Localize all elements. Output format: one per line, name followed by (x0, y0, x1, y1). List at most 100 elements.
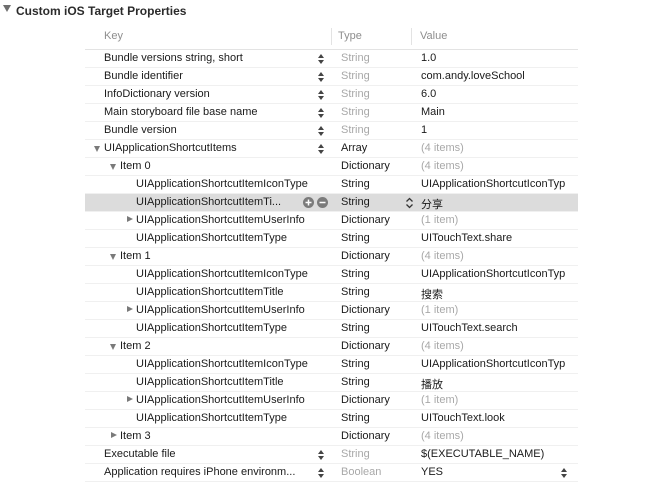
up-down-stepper-icon[interactable] (317, 106, 325, 120)
row-key[interactable]: UIApplicationShortcutItemType (136, 232, 336, 244)
table-row[interactable]: UIApplicationShortcutItemIconType String… (85, 356, 578, 374)
table-row[interactable]: Application requires iPhone environm... … (85, 464, 578, 482)
table-row[interactable]: Item 1 Dictionary (4 items) (85, 248, 578, 266)
row-value[interactable]: com.andy.loveSchool (421, 70, 578, 82)
row-type[interactable]: String (341, 412, 405, 424)
section-header[interactable]: Custom iOS Target Properties (0, 0, 670, 22)
disclosure-triangle-icon[interactable] (127, 306, 133, 312)
row-key[interactable]: UIApplicationShortcutItems (104, 142, 314, 154)
column-header-type[interactable]: Type (338, 30, 362, 42)
table-row[interactable]: UIApplicationShortcutItemIconType String… (85, 266, 578, 284)
row-key[interactable]: Bundle version (104, 124, 314, 136)
disclosure-triangle-icon[interactable] (127, 216, 133, 222)
row-type[interactable]: String (341, 178, 405, 190)
row-key[interactable]: UIApplicationShortcutItemUserInfo (136, 214, 336, 226)
disclosure-triangle-icon[interactable] (127, 396, 133, 402)
row-value[interactable]: YES (421, 466, 551, 478)
row-key[interactable]: UIApplicationShortcutItemType (136, 322, 336, 334)
type-popup-chevron-icon[interactable] (405, 196, 414, 210)
disclosure-triangle-icon[interactable] (110, 344, 116, 350)
row-value[interactable]: UITouchText.share (421, 232, 578, 244)
row-key[interactable]: UIApplicationShortcutItemType (136, 412, 336, 424)
table-row[interactable]: UIApplicationShortcutItemUserInfo Dictio… (85, 392, 578, 410)
row-type[interactable]: String (341, 88, 405, 100)
row-value[interactable]: 1 (421, 124, 578, 136)
minus-circle-icon[interactable] (317, 197, 328, 208)
up-down-stepper-icon[interactable] (317, 142, 325, 156)
row-value[interactable]: $(EXECUTABLE_NAME) (421, 448, 578, 460)
column-divider[interactable] (411, 28, 412, 45)
row-type[interactable]: String (341, 232, 405, 244)
row-type[interactable]: Dictionary (341, 340, 405, 352)
table-row-selected[interactable]: UIApplicationShortcutItemTi... String 分享 (85, 194, 578, 212)
row-type[interactable]: String (341, 70, 405, 82)
row-value[interactable]: UIApplicationShortcutIconTyp (421, 268, 578, 280)
row-type[interactable]: String (341, 268, 405, 280)
row-key[interactable]: UIApplicationShortcutItemIconType (136, 178, 336, 190)
table-row[interactable]: Bundle versions string, short String 1.0 (85, 50, 578, 68)
row-key[interactable]: UIApplicationShortcutItemUserInfo (136, 304, 336, 316)
column-header-value[interactable]: Value (420, 30, 447, 42)
row-value[interactable]: 1.0 (421, 52, 578, 64)
plus-circle-icon[interactable] (303, 197, 314, 208)
disclosure-triangle-icon[interactable] (111, 432, 117, 438)
table-row[interactable]: Bundle version String 1 (85, 122, 578, 140)
up-down-stepper-icon[interactable] (317, 124, 325, 138)
row-type[interactable]: Dictionary (341, 250, 405, 262)
table-row[interactable]: Item 0 Dictionary (4 items) (85, 158, 578, 176)
row-type[interactable]: String (341, 448, 405, 460)
row-key[interactable]: Bundle versions string, short (104, 52, 314, 64)
row-value[interactable]: Main (421, 106, 578, 118)
boolean-stepper-icon[interactable] (560, 466, 568, 480)
row-type[interactable]: Dictionary (341, 304, 405, 316)
row-type[interactable]: Dictionary (341, 160, 405, 172)
table-row[interactable]: Item 3 Dictionary (4 items) (85, 428, 578, 446)
disclosure-triangle-icon[interactable] (94, 146, 100, 152)
up-down-stepper-icon[interactable] (317, 466, 325, 480)
row-key[interactable]: Bundle identifier (104, 70, 314, 82)
row-type[interactable]: String (341, 196, 405, 208)
row-key[interactable]: Item 0 (120, 160, 320, 172)
column-header-key[interactable]: Key (104, 30, 123, 42)
row-type[interactable]: Boolean (341, 466, 405, 478)
up-down-stepper-icon[interactable] (317, 70, 325, 84)
row-key[interactable]: UIApplicationShortcutItemTitle (136, 286, 336, 298)
table-row[interactable]: Main storyboard file base name String Ma… (85, 104, 578, 122)
row-type[interactable]: Array (341, 142, 405, 154)
row-key[interactable]: UIApplicationShortcutItemTi... (136, 196, 296, 208)
row-type[interactable]: String (341, 124, 405, 136)
column-divider[interactable] (331, 28, 332, 45)
row-key[interactable]: UIApplicationShortcutItemIconType (136, 268, 336, 280)
row-key[interactable]: UIApplicationShortcutItemTitle (136, 376, 336, 388)
row-value[interactable]: UITouchText.look (421, 412, 578, 424)
row-key[interactable]: Item 3 (120, 430, 320, 442)
table-row[interactable]: UIApplicationShortcutItemTitle String 播放 (85, 374, 578, 392)
row-key[interactable]: InfoDictionary version (104, 88, 314, 100)
row-type[interactable]: String (341, 286, 405, 298)
section-disclosure-icon[interactable] (3, 5, 11, 12)
row-key[interactable]: UIApplicationShortcutItemIconType (136, 358, 336, 370)
disclosure-triangle-icon[interactable] (110, 164, 116, 170)
table-row[interactable]: InfoDictionary version String 6.0 (85, 86, 578, 104)
up-down-stepper-icon[interactable] (317, 52, 325, 66)
table-row[interactable]: UIApplicationShortcutItemTitle String 搜索 (85, 284, 578, 302)
row-key[interactable]: Item 2 (120, 340, 320, 352)
row-value[interactable]: UITouchText.search (421, 322, 578, 334)
up-down-stepper-icon[interactable] (317, 448, 325, 462)
row-type[interactable]: Dictionary (341, 394, 405, 406)
table-row[interactable]: UIApplicationShortcutItemUserInfo Dictio… (85, 302, 578, 320)
row-type[interactable]: Dictionary (341, 430, 405, 442)
disclosure-triangle-icon[interactable] (110, 254, 116, 260)
row-key[interactable]: Application requires iPhone environm... (104, 466, 314, 478)
row-value[interactable]: 搜索 (421, 286, 578, 302)
row-type[interactable]: String (341, 106, 405, 118)
row-key[interactable]: Main storyboard file base name (104, 106, 314, 118)
table-row[interactable]: Executable file String $(EXECUTABLE_NAME… (85, 446, 578, 464)
row-value[interactable]: UIApplicationShortcutIconTyp (421, 178, 578, 190)
table-row[interactable]: UIApplicationShortcutItemType String UIT… (85, 410, 578, 428)
row-type[interactable]: String (341, 52, 405, 64)
row-type[interactable]: String (341, 376, 405, 388)
row-key[interactable]: Item 1 (120, 250, 320, 262)
table-row[interactable]: UIApplicationShortcutItemIconType String… (85, 176, 578, 194)
row-type[interactable]: String (341, 322, 405, 334)
